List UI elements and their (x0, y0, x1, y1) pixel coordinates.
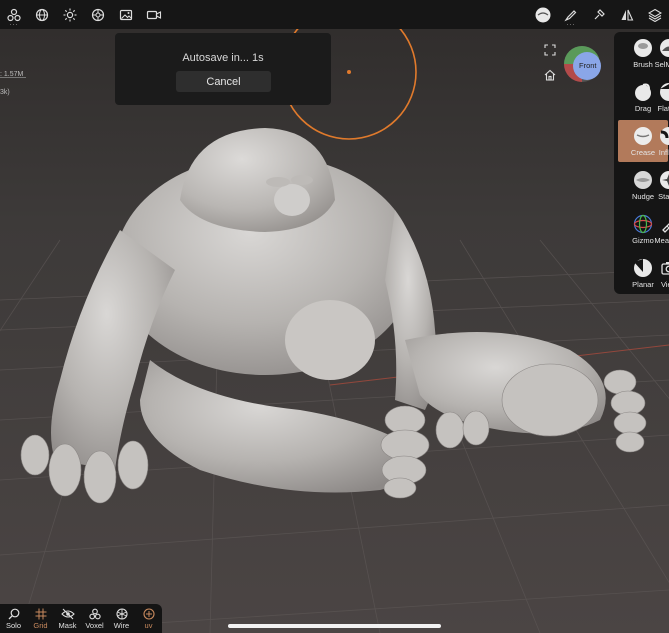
view-camera-icon (661, 262, 669, 275)
home-indicator[interactable] (228, 624, 441, 628)
viewport-canvas (0, 0, 669, 633)
flatten-icon (660, 83, 669, 101)
home-icon[interactable] (544, 68, 556, 86)
orientation-gizmo[interactable]: Front (563, 45, 601, 83)
bottom-label: Wire (113, 620, 130, 630)
measure-icon (662, 223, 669, 233)
voxel-icon (88, 608, 101, 619)
wire-button[interactable]: Wire (108, 604, 135, 633)
tool-inflate[interactable]: Inflate (644, 120, 669, 162)
tool-preview-icon[interactable] (529, 0, 557, 29)
fullscreen-icon[interactable] (544, 43, 556, 61)
tool-flatten[interactable]: Flatten (644, 76, 669, 118)
eye-slash-icon (60, 608, 75, 619)
tool-label: View (660, 280, 669, 289)
top-toolbar-right: ... (529, 0, 669, 29)
grid-icon (35, 608, 46, 619)
tool-measure[interactable]: Measure (644, 208, 669, 250)
face-count: 3k) (0, 89, 10, 96)
autosave-toast: Autosave in... 1s Cancel (115, 33, 331, 105)
tool-stamp[interactable]: Stamp (644, 164, 669, 206)
tool-panel: Brush SelMask Drag Flatten Crease Inflat… (614, 32, 669, 294)
tool-label: Stamp (658, 192, 669, 201)
bottom-label: Mask (58, 620, 77, 630)
solo-button[interactable]: Solo (0, 604, 27, 633)
3d-viewport[interactable]: ... ...: 1.57M 3k) Autosave in... 1s Ca… (0, 0, 669, 633)
image-icon[interactable] (112, 0, 140, 29)
inflate-icon (660, 127, 669, 145)
autosave-message: Autosave in... 1s (182, 52, 264, 64)
gizmo-front-label: Front (579, 61, 597, 70)
uv-button[interactable]: uv (135, 604, 162, 633)
top-toolbar-left: ... (0, 0, 168, 29)
layers-icon[interactable] (641, 0, 669, 29)
selmask-icon (660, 39, 669, 57)
tool-label: Measure (654, 236, 669, 245)
tool-label: Flatten (657, 104, 669, 113)
symmetry-icon[interactable] (613, 0, 641, 29)
globe-icon[interactable] (28, 0, 56, 29)
bottom-bar: Solo Grid Mask Voxel Wire uv (0, 604, 162, 633)
tool-selmask[interactable]: SelMask (644, 32, 669, 74)
light-icon[interactable] (56, 0, 84, 29)
paint-icon[interactable] (585, 0, 613, 29)
uv-icon (142, 607, 155, 620)
cancel-button[interactable]: Cancel (176, 71, 271, 92)
top-toolbar: ... ... (0, 0, 669, 29)
mask-button[interactable]: Mask (54, 604, 81, 633)
stats-divider (0, 77, 26, 78)
grid-button[interactable]: Grid (27, 604, 54, 633)
search-icon (8, 608, 19, 619)
stamp-icon (660, 171, 669, 189)
tool-view[interactable]: View (644, 252, 669, 294)
tool-label: SelMask (654, 60, 669, 69)
material-icon[interactable] (84, 0, 112, 29)
bottom-label: Solo (5, 620, 21, 630)
bottom-label: Grid (33, 620, 48, 630)
brush-icon[interactable]: ... (557, 0, 585, 29)
voxel-button[interactable]: Voxel (81, 604, 108, 633)
tool-label: Inflate (658, 148, 669, 157)
camera-icon[interactable] (140, 0, 168, 29)
scene-icon[interactable]: ... (0, 0, 28, 29)
bottom-label: Voxel (85, 620, 104, 630)
wire-icon (115, 607, 128, 620)
bottom-label: uv (144, 620, 153, 630)
